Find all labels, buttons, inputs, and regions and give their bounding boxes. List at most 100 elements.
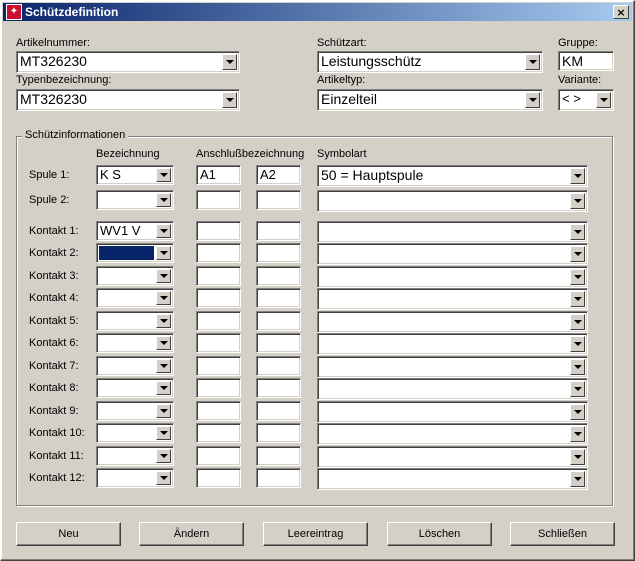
chevron-down-icon[interactable] [156, 314, 171, 328]
chevron-down-icon[interactable] [156, 224, 171, 238]
anschluss-2-field[interactable] [256, 311, 301, 331]
chevron-down-icon[interactable] [156, 449, 171, 463]
chevron-down-icon[interactable] [156, 359, 171, 373]
symbolart-combo[interactable] [317, 243, 588, 265]
bezeichnung-combo[interactable] [96, 333, 174, 353]
chevron-down-icon[interactable] [156, 291, 171, 305]
chevron-down-icon[interactable] [156, 336, 171, 350]
chevron-down-icon[interactable] [570, 314, 585, 330]
chevron-down-icon[interactable] [570, 359, 585, 375]
anschluss-1-field[interactable] [196, 333, 241, 353]
bezeichnung-combo[interactable] [96, 190, 174, 210]
anschluss-2-field[interactable] [256, 423, 301, 443]
chevron-down-icon[interactable] [570, 224, 585, 240]
leereintrag-button[interactable]: Leereintrag [263, 522, 368, 546]
artikelnummer-combo[interactable]: MT326230 [16, 51, 240, 73]
title-bar[interactable]: ✦ Schützdefinition × [3, 3, 632, 21]
symbolart-combo[interactable] [317, 401, 588, 423]
anschluss-2-field[interactable] [256, 401, 301, 421]
symbolart-combo[interactable] [317, 378, 588, 400]
chevron-down-icon[interactable] [570, 269, 585, 285]
schuetzart-combo[interactable]: Leistungsschütz [317, 51, 543, 73]
typenbezeichnung-combo[interactable]: MT326230 [16, 89, 240, 111]
chevron-down-icon[interactable] [570, 471, 585, 487]
bezeichnung-combo[interactable] [96, 423, 174, 443]
chevron-down-icon[interactable] [570, 168, 585, 184]
chevron-down-icon[interactable] [156, 246, 171, 260]
chevron-down-icon[interactable] [525, 92, 540, 108]
anschluss-2-field[interactable] [256, 468, 301, 488]
schliessen-button[interactable]: Schließen [510, 522, 615, 546]
chevron-down-icon[interactable] [570, 449, 585, 465]
anschluss-2-field[interactable] [256, 288, 301, 308]
symbolart-combo[interactable] [317, 266, 588, 288]
bezeichnung-combo[interactable] [96, 378, 174, 398]
symbolart-combo[interactable] [317, 446, 588, 468]
chevron-down-icon[interactable] [222, 92, 237, 108]
chevron-down-icon[interactable] [156, 426, 171, 440]
anschluss-2-field[interactable] [256, 333, 301, 353]
anschluss-2-field[interactable]: A2 [256, 165, 301, 185]
anschluss-2-field[interactable] [256, 243, 301, 263]
bezeichnung-combo[interactable]: K S [96, 165, 174, 185]
anschluss-1-field[interactable] [196, 468, 241, 488]
artikeltyp-combo[interactable]: Einzelteil [317, 89, 543, 111]
chevron-down-icon[interactable] [570, 381, 585, 397]
bezeichnung-combo[interactable] [96, 468, 174, 488]
anschluss-2-field[interactable] [256, 221, 301, 241]
symbolart-combo[interactable] [317, 468, 588, 490]
anschluss-2-field[interactable] [256, 266, 301, 286]
bezeichnung-combo[interactable]: WV1 V [96, 221, 174, 241]
gruppe-field[interactable]: KM [558, 51, 614, 71]
chevron-down-icon[interactable] [156, 193, 171, 207]
anschluss-1-field[interactable] [196, 401, 241, 421]
symbolart-combo[interactable] [317, 288, 588, 310]
bezeichnung-combo[interactable] [96, 401, 174, 421]
chevron-down-icon[interactable] [222, 54, 237, 70]
chevron-down-icon[interactable] [525, 54, 540, 70]
aendern-button[interactable]: Ändern [139, 522, 244, 546]
chevron-down-icon[interactable] [570, 404, 585, 420]
anschluss-2-field[interactable] [256, 190, 301, 210]
bezeichnung-combo[interactable] [96, 311, 174, 331]
variante-combo[interactable]: < > [558, 89, 614, 111]
anschluss-2-field[interactable] [256, 446, 301, 466]
chevron-down-icon[interactable] [156, 381, 171, 395]
chevron-down-icon[interactable] [156, 471, 171, 485]
chevron-down-icon[interactable] [570, 291, 585, 307]
bezeichnung-combo[interactable] [96, 243, 174, 263]
chevron-down-icon[interactable] [570, 193, 585, 209]
chevron-down-icon[interactable] [570, 246, 585, 262]
anschluss-1-field[interactable] [196, 243, 241, 263]
symbolart-combo[interactable] [317, 221, 588, 243]
bezeichnung-combo[interactable] [96, 356, 174, 376]
anschluss-1-field[interactable] [196, 288, 241, 308]
close-button[interactable]: × [613, 5, 629, 19]
loeschen-button[interactable]: Löschen [387, 522, 492, 546]
anschluss-1-field[interactable] [196, 221, 241, 241]
anschluss-1-field[interactable] [196, 356, 241, 376]
neu-button[interactable]: Neu [16, 522, 121, 546]
bezeichnung-combo[interactable] [96, 288, 174, 308]
bezeichnung-combo[interactable] [96, 266, 174, 286]
bezeichnung-combo[interactable] [96, 446, 174, 466]
symbolart-combo[interactable] [317, 333, 588, 355]
chevron-down-icon[interactable] [596, 92, 611, 108]
symbolart-combo[interactable] [317, 311, 588, 333]
symbolart-combo[interactable] [317, 356, 588, 378]
anschluss-1-field[interactable]: A1 [196, 165, 241, 185]
chevron-down-icon[interactable] [570, 336, 585, 352]
symbolart-combo[interactable] [317, 423, 588, 445]
anschluss-1-field[interactable] [196, 378, 241, 398]
symbolart-combo[interactable] [317, 190, 588, 212]
chevron-down-icon[interactable] [156, 269, 171, 283]
chevron-down-icon[interactable] [156, 168, 171, 182]
anschluss-1-field[interactable] [196, 423, 241, 443]
symbolart-combo[interactable]: 50 = Hauptspule [317, 165, 588, 187]
anschluss-1-field[interactable] [196, 311, 241, 331]
anschluss-1-field[interactable] [196, 446, 241, 466]
chevron-down-icon[interactable] [156, 404, 171, 418]
anschluss-1-field[interactable] [196, 266, 241, 286]
anschluss-1-field[interactable] [196, 190, 241, 210]
chevron-down-icon[interactable] [570, 426, 585, 442]
